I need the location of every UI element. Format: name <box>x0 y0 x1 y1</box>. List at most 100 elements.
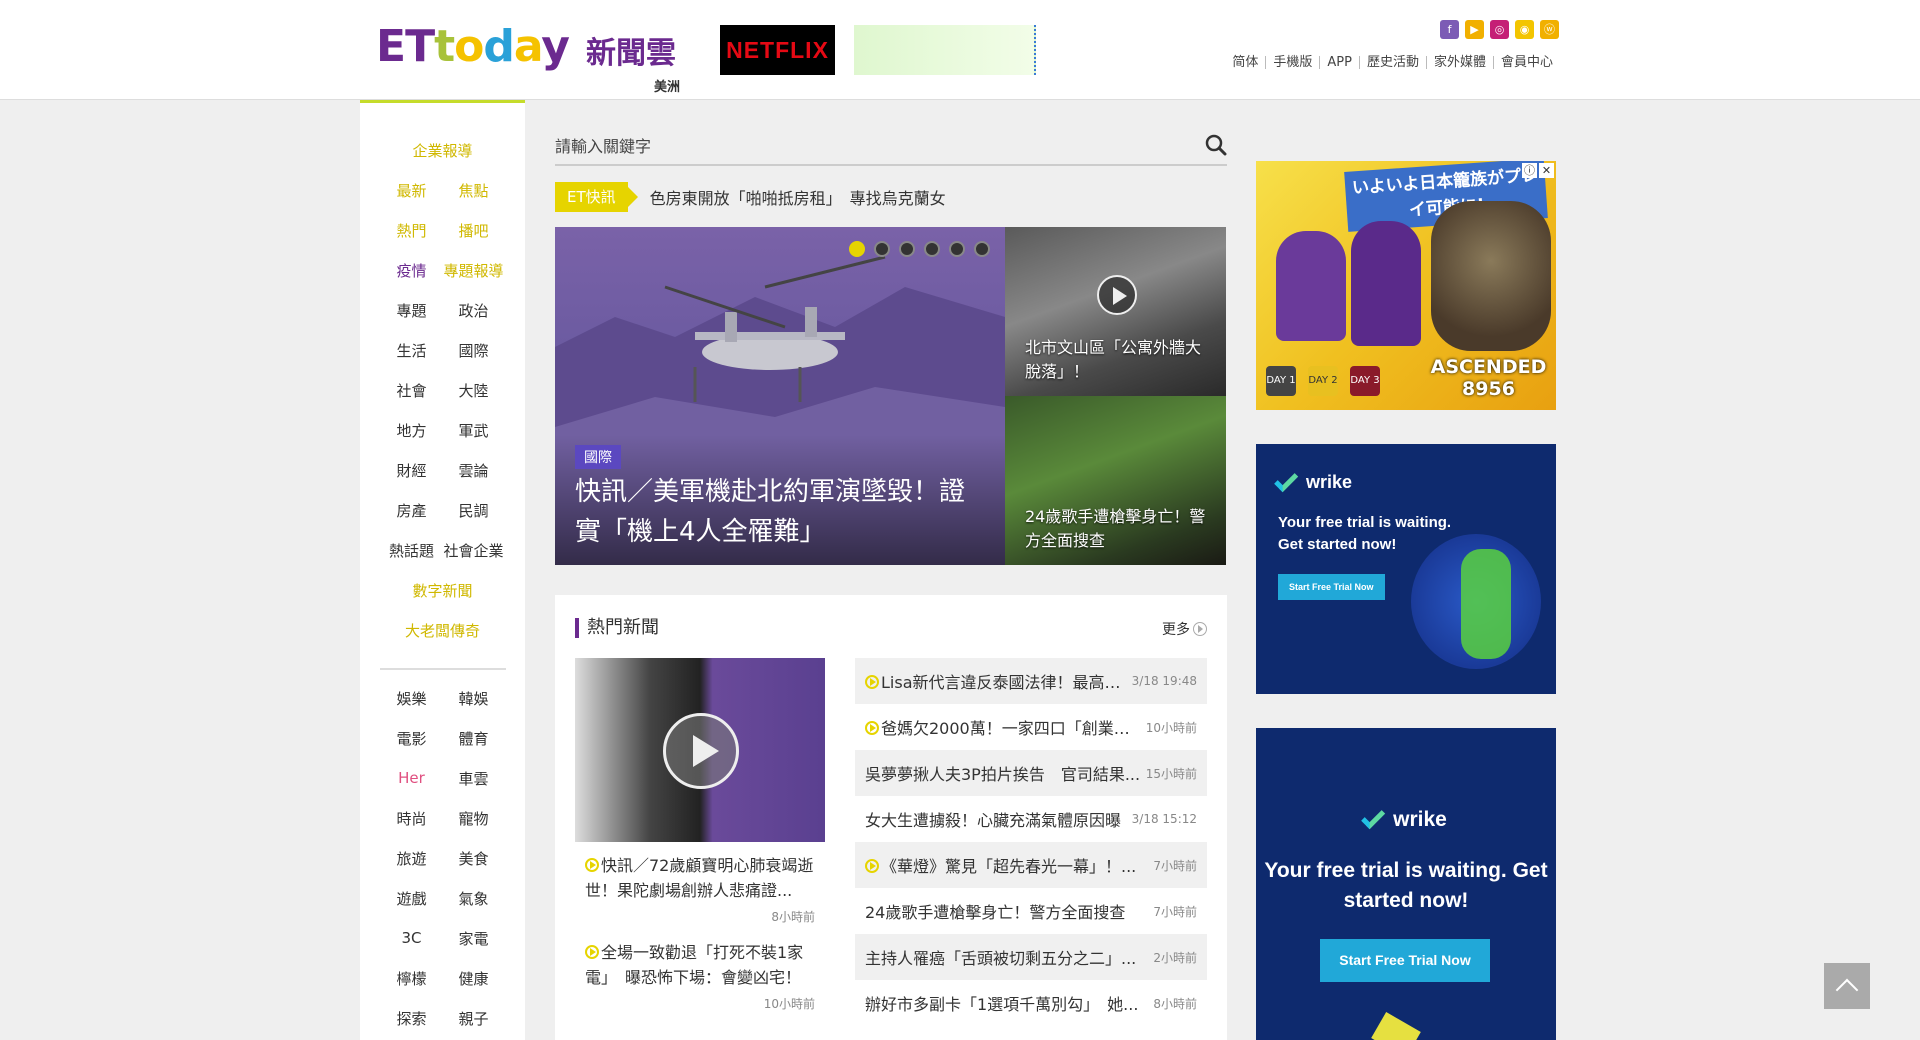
site-logo[interactable]: ETtoday 新聞雲 <box>376 22 681 78</box>
nav-item[interactable]: 國際 <box>443 340 505 361</box>
nav-item[interactable]: 財經 <box>381 460 443 481</box>
topnav-history[interactable]: 歷史活動 <box>1358 56 1426 69</box>
nav-item[interactable]: 政治 <box>443 300 505 321</box>
edition-label[interactable]: 美洲 <box>654 76 680 95</box>
nav-item[interactable]: 專題報導 <box>443 260 505 281</box>
topnav-app[interactable]: APP <box>1319 56 1359 69</box>
nav-item[interactable]: 遊戲 <box>381 888 443 909</box>
play-icon[interactable] <box>663 713 739 789</box>
ad-info-icon[interactable]: ⓘ <box>1522 163 1537 178</box>
nav-item[interactable]: 疫情 <box>381 260 443 281</box>
play-icon[interactable] <box>1097 275 1137 315</box>
nav-item[interactable]: 探索 <box>381 1008 443 1029</box>
nav-item[interactable]: 家電 <box>443 928 505 949</box>
side-story[interactable]: 北市文山區「公寓外牆大脫落」！ <box>1005 227 1226 396</box>
youtube-icon[interactable]: ▶ <box>1465 20 1484 39</box>
wrike-cta-button[interactable]: Start Free Trial Now <box>1278 574 1385 600</box>
nav-item[interactable]: 專題 <box>381 300 443 321</box>
nav-item[interactable]: 親子 <box>443 1008 505 1029</box>
nav-item[interactable]: 數字新聞 <box>412 580 472 601</box>
facebook-icon[interactable]: f <box>1440 20 1459 39</box>
list-item[interactable]: 吳夢夢揪人夫3P拍片挨告 官司結果... 15小時前 <box>855 750 1207 796</box>
logo-news-text: 新聞雲 <box>586 36 676 71</box>
carousel-dot[interactable] <box>949 241 965 257</box>
breaking-headline[interactable]: 色房東開放「啪啪抵房租」 專找烏克蘭女 <box>650 185 946 209</box>
back-to-top-button[interactable] <box>1824 963 1870 1009</box>
wrike-logo: wrike <box>1274 467 1353 493</box>
instagram-icon[interactable]: ◎ <box>1490 20 1509 39</box>
nav-item[interactable]: 軍武 <box>443 420 505 441</box>
nav-item[interactable]: 車雲 <box>443 768 505 789</box>
nav-item[interactable]: 娛樂 <box>381 688 443 709</box>
nav-item[interactable]: 體育 <box>443 728 505 749</box>
list-item[interactable]: Lisa新代言違反泰國法律！最高「… 3/18 19:48 <box>855 658 1207 704</box>
list-item[interactable]: 《華燈》驚見「超先春光一幕」！... 7小時前 <box>855 842 1207 888</box>
nav-item[interactable]: 焦點 <box>443 180 505 201</box>
breaking-news-ticker: ET快訊 色房東開放「啪啪抵房租」 專找烏克蘭女 <box>555 182 946 212</box>
more-link[interactable]: 更多 <box>1162 619 1207 639</box>
nav-item[interactable]: 韓娛 <box>443 688 505 709</box>
nav-item[interactable]: 民調 <box>443 500 505 521</box>
list-item[interactable]: 爸媽欠2000萬！一家四口「創業賣... 10小時前 <box>855 704 1207 750</box>
nav-item[interactable]: Her <box>381 769 443 787</box>
nav-item[interactable]: 氣象 <box>443 888 505 909</box>
topnav-ooh-media[interactable]: 家外媒體 <box>1425 56 1493 69</box>
nav-item[interactable]: 大老闆傳奇 <box>405 620 480 641</box>
hot-left-story[interactable]: 快訊／72歲顧寶明心肺衰竭逝世！果陀劇場創辦人悲痛證... 8小時前 <box>575 853 825 930</box>
nav-item[interactable]: 3C <box>381 929 443 947</box>
hero-headline[interactable]: 快訊／美軍機赴北約軍演墜毀！證實「機上4人全罹難」 <box>575 472 985 552</box>
nav-item[interactable]: 電影 <box>381 728 443 749</box>
nav-item[interactable]: 大陸 <box>443 380 505 401</box>
nav-item[interactable]: 生活 <box>381 340 443 361</box>
side-story[interactable]: 24歲歌手遭槍擊身亡！警方全面搜查 <box>1005 396 1226 565</box>
nav-item[interactable]: 旅遊 <box>381 848 443 869</box>
list-item[interactable]: 女大生遭擄殺！心臟充滿氣體原因曝 3/18 15:12 <box>855 796 1207 842</box>
list-item[interactable]: 24歲歌手遭槍擊身亡！警方全面搜查 7小時前 <box>855 888 1207 934</box>
hero-category-tag[interactable]: 國際 <box>575 445 621 469</box>
hot-left-story[interactable]: 全場一致勸退「打死不裝1家電」 曝恐怖下場：會變凶宅！ 10小時前 <box>575 940 825 1017</box>
rss-icon[interactable]: ◉ <box>1515 20 1534 39</box>
carousel-dot[interactable] <box>974 241 990 257</box>
close-icon[interactable]: ✕ <box>1539 163 1554 178</box>
game-ad[interactable]: いよいよ日本籠族がプレイ可能に! ASCENDED 8956 DAY 1 DAY … <box>1256 161 1556 410</box>
search-input[interactable] <box>555 128 1175 164</box>
topnav-simplified[interactable]: 简体 <box>1225 56 1265 69</box>
nav-item[interactable]: 社會企業 <box>443 540 505 561</box>
nav-item[interactable]: 寵物 <box>443 808 505 829</box>
weibo-icon[interactable]: ⓦ <box>1540 20 1559 39</box>
nav-item[interactable]: 最新 <box>381 180 443 201</box>
hot-news-thumbnail[interactable] <box>575 658 825 842</box>
nav-row: 大老闆傳奇 <box>360 610 525 650</box>
day-badge: DAY 3 <box>1350 366 1380 396</box>
nav-item[interactable]: 企業報導 <box>412 140 472 161</box>
topnav-member[interactable]: 會員中心 <box>1492 56 1560 69</box>
wrike-cta-button[interactable]: Start Free Trial Now <box>1320 939 1490 982</box>
list-item[interactable]: 辦好市多副卡「1選項千萬別勾」 她... 8小時前 <box>855 980 1207 1026</box>
header-ad-banner[interactable] <box>854 25 1036 75</box>
nav-item[interactable]: 社會 <box>381 380 443 401</box>
wrike-ad[interactable]: wrike Your free trial is waiting. Get st… <box>1256 728 1556 1040</box>
netflix-ad-banner[interactable]: NETFLIX <box>720 25 835 75</box>
nav-item[interactable]: 健康 <box>443 968 505 989</box>
nav-item[interactable]: 檸檬 <box>381 968 443 989</box>
nav-row: 熱話題 社會企業 <box>360 530 525 570</box>
nav-item[interactable]: 時尚 <box>381 808 443 829</box>
search-icon[interactable] <box>1205 134 1227 156</box>
hero-slide[interactable]: 國際 快訊／美軍機赴北約軍演墜毀！證實「機上4人全罹難」 <box>555 227 1005 565</box>
carousel-dot[interactable] <box>899 241 915 257</box>
topnav-mobile[interactable]: 手機版 <box>1265 56 1319 69</box>
nav-item[interactable]: 熱話題 <box>381 540 443 561</box>
item-time: 7小時前 <box>1153 904 1197 919</box>
nav-item[interactable]: 美食 <box>443 848 505 869</box>
nav-item[interactable]: 熱門 <box>381 220 443 241</box>
carousel-dot[interactable] <box>874 241 890 257</box>
nav-item[interactable]: 房產 <box>381 500 443 521</box>
nav-item[interactable]: 地方 <box>381 420 443 441</box>
nav-item[interactable]: 雲論 <box>443 460 505 481</box>
carousel-dot[interactable] <box>849 241 865 257</box>
wrike-ad[interactable]: wrike Your free trial is waiting. Get st… <box>1256 444 1556 694</box>
wrike-logo-text: wrike <box>1306 472 1353 492</box>
nav-item[interactable]: 播吧 <box>443 220 505 241</box>
list-item[interactable]: 主持人罹癌「舌頭被切剩五分之二」... 2小時前 <box>855 934 1207 980</box>
carousel-dot[interactable] <box>924 241 940 257</box>
